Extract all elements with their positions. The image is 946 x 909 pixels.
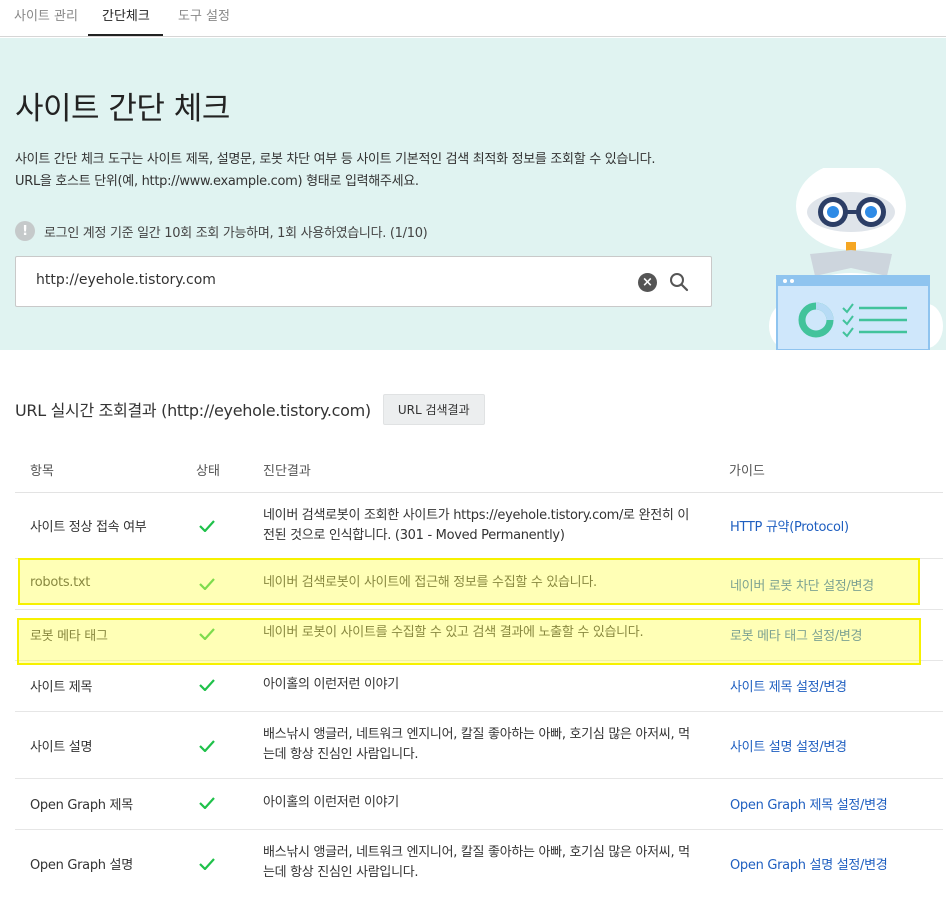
tab-simple-check[interactable]: 간단체크 xyxy=(102,5,150,24)
info-icon: ! xyxy=(15,221,35,241)
row-result-line-1: 아이홀의 이런저런 이야기 xyxy=(263,795,399,810)
table-row: Open Graph 설명 배스낚시 앵글러, 네트워크 엔지니어, 칼질 좋아… xyxy=(15,830,943,897)
row-item: 사이트 설명 xyxy=(30,740,93,755)
header-status: 상태 xyxy=(196,464,220,479)
table-row: 사이트 설명 배스낚시 앵글러, 네트워크 엔지니어, 칼질 좋아하는 아빠, … xyxy=(15,712,943,779)
header-item: 항목 xyxy=(30,464,54,479)
hero-section: 사이트 간단 체크 사이트 간단 체크 도구는 사이트 제목, 설명문, 로봇 … xyxy=(0,38,946,350)
row-result: 아이홀의 이런저런 이야기 xyxy=(263,793,713,813)
row-result-line-1: 배스낚시 앵글러, 네트워크 엔지니어, 칼질 좋아하는 아빠, 호기심 많은 … xyxy=(263,845,690,860)
page-description: 사이트 간단 체크 도구는 사이트 제목, 설명문, 로봇 차단 여부 등 사이… xyxy=(15,149,655,193)
row-result-line-1: 아이홀의 이런저런 이야기 xyxy=(263,677,399,692)
row-result-line-2: 전된 것으로 인식합니다. (301 - Moved Permanently) xyxy=(263,528,565,543)
table-header: 항목 상태 진단결과 가이드 xyxy=(15,442,943,493)
clear-icon[interactable]: × xyxy=(638,273,657,292)
table-row: 사이트 제목 아이홀의 이런저런 이야기 사이트 제목 설정/변경 xyxy=(15,661,943,712)
search-icon[interactable] xyxy=(668,271,690,293)
row-guide-link[interactable]: HTTP 규약(Protocol) xyxy=(730,516,849,535)
row-item: Open Graph 제목 xyxy=(30,798,133,813)
active-tab-indicator xyxy=(88,34,163,36)
table-row: 사이트 정상 접속 여부 네이버 검색로봇이 조회한 사이트가 https://… xyxy=(15,493,943,559)
page-title: 사이트 간단 체크 xyxy=(15,91,230,127)
row-guide-link[interactable]: 사이트 제목 설정/변경 xyxy=(730,676,847,695)
row-result-line-2: 는데 항상 진심인 사람입니다. xyxy=(263,865,419,880)
row-guide-link[interactable]: Open Graph 제목 설정/변경 xyxy=(730,794,888,813)
robot-illustration xyxy=(769,168,943,350)
check-icon xyxy=(199,797,215,809)
check-icon xyxy=(199,858,215,870)
row-result-line-1: 배스낚시 앵글러, 네트워크 엔지니어, 칼질 좋아하는 아빠, 호기심 많은 … xyxy=(263,727,690,742)
tab-site-management[interactable]: 사이트 관리 xyxy=(14,5,78,24)
header-guide: 가이드 xyxy=(729,464,765,479)
row-item: 사이트 정상 접속 여부 xyxy=(30,520,147,535)
result-table: 항목 상태 진단결과 가이드 사이트 정상 접속 여부 네이버 검색로봇이 조회… xyxy=(15,442,943,897)
highlight-box-robots xyxy=(18,558,920,605)
quota-notice: ! 로그인 계정 기준 일간 10회 조회 가능하며, 1회 사용하였습니다. … xyxy=(15,221,428,241)
result-header: URL 실시간 조회결과 (http://eyehole.tistory.com… xyxy=(15,393,485,425)
row-result: 배스낚시 앵글러, 네트워크 엔지니어, 칼질 좋아하는 아빠, 호기심 많은 … xyxy=(263,843,713,883)
url-search-result-button[interactable]: URL 검색결과 xyxy=(382,393,485,425)
url-search-box: × xyxy=(15,256,712,307)
row-guide-link[interactable]: 사이트 설명 설정/변경 xyxy=(730,736,847,755)
header-result: 진단결과 xyxy=(263,464,311,479)
row-result-line-2: 는데 항상 진심인 사람입니다. xyxy=(263,747,419,762)
row-result-line-1: 네이버 검색로봇이 조회한 사이트가 https://eyehole.tisto… xyxy=(263,508,690,523)
row-item: 사이트 제목 xyxy=(30,680,93,695)
highlight-box-robot-meta xyxy=(17,618,921,665)
result-title: URL 실시간 조회결과 (http://eyehole.tistory.com… xyxy=(15,401,371,420)
check-icon xyxy=(199,679,215,691)
url-input[interactable] xyxy=(36,272,616,288)
tab-bar: 사이트 관리 간단체크 도구 설정 xyxy=(0,0,946,37)
row-result: 네이버 검색로봇이 조회한 사이트가 https://eyehole.tisto… xyxy=(263,506,713,546)
check-icon xyxy=(199,740,215,752)
row-item: Open Graph 설명 xyxy=(30,858,133,873)
description-line-2: URL을 호스트 단위(예, http://www.example.com) 형… xyxy=(15,174,419,189)
table-row: Open Graph 제목 아이홀의 이런저런 이야기 Open Graph 제… xyxy=(15,779,943,830)
description-line-1: 사이트 간단 체크 도구는 사이트 제목, 설명문, 로봇 차단 여부 등 사이… xyxy=(15,152,656,167)
quota-text: 로그인 계정 기준 일간 10회 조회 가능하며, 1회 사용하였습니다. (1… xyxy=(44,225,428,241)
row-result: 아이홀의 이런저런 이야기 xyxy=(263,675,713,695)
row-result: 배스낚시 앵글러, 네트워크 엔지니어, 칼질 좋아하는 아빠, 호기심 많은 … xyxy=(263,725,713,765)
tab-tool-settings[interactable]: 도구 설정 xyxy=(178,5,230,24)
row-guide-link[interactable]: Open Graph 설명 설정/변경 xyxy=(730,854,888,873)
check-icon xyxy=(199,520,215,532)
